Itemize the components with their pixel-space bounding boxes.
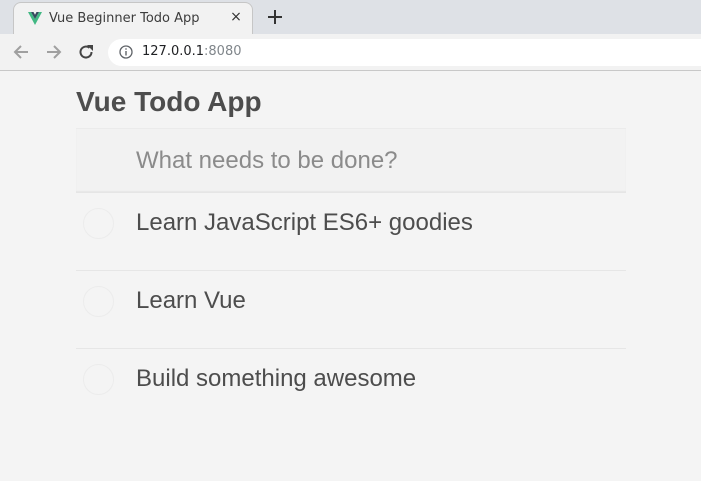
todo-label[interactable]: Build something awesome: [136, 364, 416, 394]
address-port: :8080: [204, 44, 242, 59]
vue-logo-icon: [28, 12, 42, 25]
arrow-left-icon[interactable]: [12, 42, 32, 62]
page-content: Vue Todo App Learn JavaScript ES6+ goodi…: [0, 72, 701, 481]
todo-label[interactable]: Learn Vue: [136, 286, 246, 316]
todo-toggle-checkbox[interactable]: [83, 286, 114, 317]
todo-item: Build something awesome: [76, 349, 626, 427]
todo-toggle-checkbox[interactable]: [83, 364, 114, 395]
todo-label[interactable]: Learn JavaScript ES6+ goodies: [136, 208, 473, 238]
browser-toolbar: 127.0.0.1:8080: [0, 34, 701, 71]
close-tab-icon[interactable]: ×: [228, 9, 244, 25]
todo-item: Learn JavaScript ES6+ goodies: [76, 193, 626, 271]
plus-icon[interactable]: [265, 7, 285, 27]
page-title: Vue Todo App: [76, 86, 262, 117]
address-host: 127.0.0.1: [142, 44, 205, 59]
tab-title: Vue Beginner Todo App: [49, 11, 200, 26]
reload-icon[interactable]: [76, 42, 96, 62]
arrow-right-icon[interactable]: [43, 42, 63, 62]
new-todo-input[interactable]: [76, 129, 626, 193]
address-bar[interactable]: 127.0.0.1:8080: [108, 39, 701, 66]
todo-toggle-checkbox[interactable]: [83, 208, 114, 239]
browser-tab[interactable]: Vue Beginner Todo App ×: [13, 2, 253, 35]
info-icon[interactable]: [119, 45, 133, 59]
address-url: 127.0.0.1:8080: [142, 44, 242, 59]
todo-list: Learn JavaScript ES6+ goodies Learn Vue …: [76, 193, 626, 427]
browser-tab-bar: Vue Beginner Todo App ×: [0, 0, 701, 35]
todo-item: Learn Vue: [76, 271, 626, 349]
